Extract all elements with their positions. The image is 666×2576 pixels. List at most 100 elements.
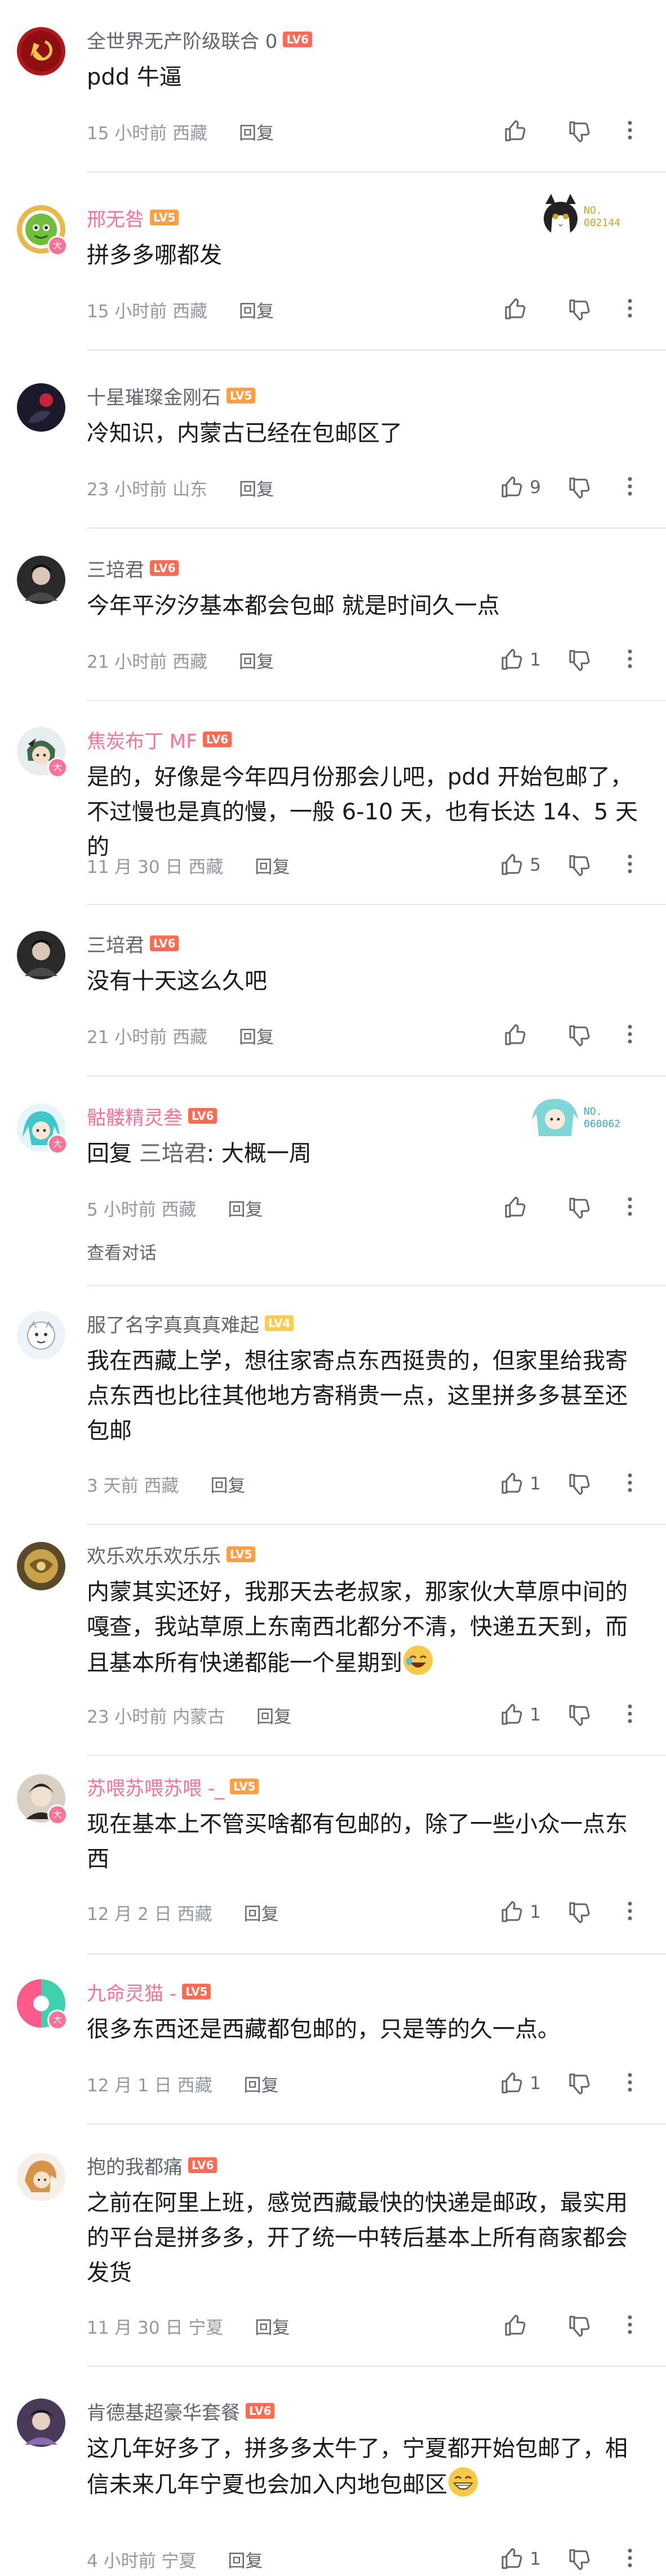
reply-button[interactable]: 回复 <box>244 1900 279 1925</box>
reply-button[interactable]: 回复 <box>239 297 274 322</box>
thumbs-down-icon <box>569 1198 590 1219</box>
more-options-button[interactable] <box>618 852 642 879</box>
reply-button[interactable]: 回复 <box>228 1195 263 1221</box>
reply-button[interactable]: 回复 <box>244 2071 279 2096</box>
like-button[interactable]: 1 <box>499 1702 541 1727</box>
more-options-button[interactable] <box>618 118 642 145</box>
reply-target-link[interactable]: 三培君 <box>139 1141 207 1167</box>
reply-button[interactable]: 回复 <box>239 1023 274 1048</box>
more-options-button[interactable] <box>618 1701 642 1728</box>
avatar[interactable] <box>17 2398 65 2447</box>
username[interactable]: 肯德基超豪华套餐 <box>87 2397 240 2425</box>
reply-button[interactable]: 回复 <box>239 119 274 144</box>
divider <box>87 349 666 351</box>
username[interactable]: 九命灵猫 - <box>87 1978 176 2006</box>
avatar[interactable]: 大 <box>17 727 68 778</box>
like-button[interactable]: 9 <box>499 475 541 500</box>
like-button[interactable] <box>503 1195 541 1220</box>
dislike-button[interactable] <box>567 1702 592 1727</box>
like-button[interactable]: 1 <box>499 1900 541 1925</box>
like-button[interactable] <box>503 119 541 144</box>
reply-button[interactable]: 回复 <box>255 2313 290 2339</box>
reply-button[interactable]: 回复 <box>228 2547 263 2572</box>
avatar[interactable] <box>17 1311 65 1359</box>
reply-button[interactable]: 回复 <box>210 1471 245 1497</box>
username[interactable]: 欢乐欢乐欢乐乐 <box>87 1541 221 1568</box>
dislike-button[interactable] <box>567 1900 592 1925</box>
like-button[interactable] <box>503 2313 541 2338</box>
avatar[interactable] <box>17 931 65 979</box>
more-options-button[interactable] <box>618 2312 642 2339</box>
dislike-button[interactable] <box>567 648 592 672</box>
comment-time: 21 小时前 西藏 <box>87 1027 208 1048</box>
like-button[interactable]: 5 <box>499 853 541 877</box>
username[interactable]: 焦炭布丁 MF <box>87 726 197 753</box>
more-options-button[interactable] <box>618 296 642 323</box>
avatar[interactable] <box>17 1542 65 1590</box>
comment-time: 15 小时前 西藏 <box>87 123 208 144</box>
fan-badge[interactable]: NO. 002144 <box>541 193 620 241</box>
avatar[interactable] <box>17 27 65 76</box>
dislike-button[interactable] <box>567 1471 592 1496</box>
like-button[interactable]: 1 <box>499 2071 541 2096</box>
dislike-button[interactable] <box>567 1023 592 1048</box>
dislike-button[interactable] <box>567 475 592 500</box>
like-count: 9 <box>530 477 541 498</box>
thumbs-up-icon <box>505 1024 526 1045</box>
more-options-button[interactable] <box>618 2070 642 2097</box>
dislike-button[interactable] <box>567 1195 592 1220</box>
level-badge: LV6 <box>283 32 312 47</box>
comment-time: 23 小时前 内蒙古 <box>87 1706 225 1727</box>
cat-badge-icon <box>544 194 578 236</box>
dislike-button[interactable] <box>567 853 592 877</box>
avatar[interactable]: 大 <box>17 1103 68 1154</box>
dislike-button[interactable] <box>567 119 592 144</box>
divider <box>87 2366 666 2367</box>
avatar[interactable]: 大 <box>17 1774 68 1825</box>
fan-badge[interactable]: NO. 060062 <box>530 1097 620 1140</box>
reply-button[interactable]: 回复 <box>255 853 290 878</box>
comment-text: 回复 三培君: 大概一周 <box>87 1141 312 1167</box>
like-button[interactable] <box>503 1023 541 1048</box>
username[interactable]: 三培君 <box>87 930 144 957</box>
like-button[interactable]: 1 <box>499 648 541 672</box>
username[interactable]: 抱的我都痛 <box>87 2152 183 2179</box>
more-options-button[interactable] <box>618 474 642 501</box>
divider <box>87 1953 666 1954</box>
like-button[interactable]: 1 <box>499 1471 541 1496</box>
dislike-button[interactable] <box>567 2313 592 2338</box>
username[interactable]: 三培君 <box>87 555 144 582</box>
more-vertical-icon <box>628 2073 632 2092</box>
more-options-button[interactable] <box>618 1470 642 1497</box>
username[interactable]: 骷髅精灵叁 <box>87 1102 183 1130</box>
reply-button[interactable]: 回复 <box>239 475 274 500</box>
dislike-button[interactable] <box>567 297 592 322</box>
avatar[interactable] <box>17 2153 65 2201</box>
avatar[interactable]: 大 <box>17 205 68 256</box>
dislike-button[interactable] <box>567 2547 592 2571</box>
more-options-button[interactable] <box>618 646 642 673</box>
reply-button[interactable]: 回复 <box>239 648 274 673</box>
username[interactable]: 十星璀璨金刚石 <box>87 382 221 410</box>
avatar[interactable] <box>17 556 65 604</box>
divider <box>87 1285 666 1286</box>
level-badge: LV6 <box>246 2403 275 2419</box>
avatar[interactable] <box>17 383 65 432</box>
more-options-button[interactable] <box>618 2546 642 2573</box>
like-button[interactable]: 1 <box>499 2547 541 2571</box>
like-button[interactable] <box>503 297 541 322</box>
thumbs-up-icon <box>501 476 522 498</box>
username[interactable]: 苏喂苏喂苏喂 -_ <box>87 1773 224 1801</box>
more-options-button[interactable] <box>618 1022 642 1049</box>
more-options-button[interactable] <box>618 1194 642 1221</box>
username[interactable]: 全世界无产阶级联合 0 <box>87 26 277 54</box>
username[interactable]: 服了名字真真真难起 <box>87 1310 259 1337</box>
dislike-button[interactable] <box>567 2071 592 2096</box>
comment-text: 现在基本上不管买啥都有包邮的，除了一些小众一点东西 <box>87 1811 628 1872</box>
avatar[interactable]: 大 <box>17 1979 68 2030</box>
username[interactable]: 邢无咎 <box>87 204 144 232</box>
view-conversation-link[interactable]: 查看对话 <box>87 1239 157 1264</box>
more-options-button[interactable] <box>618 1899 642 1926</box>
reply-button[interactable]: 回复 <box>256 1702 291 1728</box>
divider <box>87 1524 666 1525</box>
